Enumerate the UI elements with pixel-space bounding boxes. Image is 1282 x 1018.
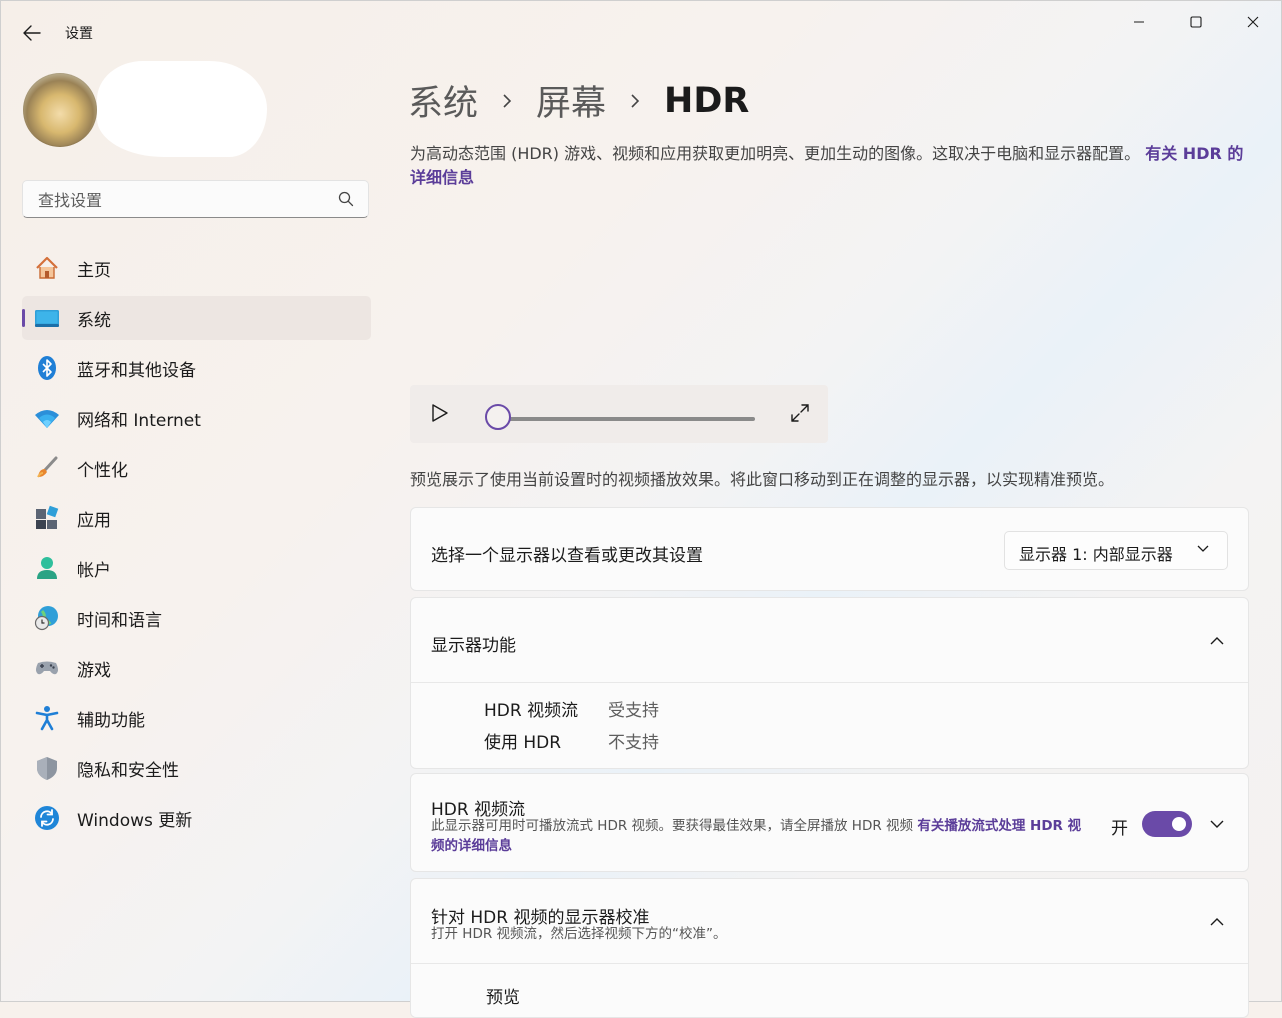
calibration-preview-label: 预览: [486, 988, 520, 1008]
search-box[interactable]: [22, 180, 369, 219]
hdr-stream-card: HDR 视频流 此显示器可用时可播放流式 HDR 视频。要获得最佳效果，请全屏播…: [410, 773, 1249, 872]
sidebar-item-label: 辅助功能: [77, 710, 145, 731]
collapse-calibration-button[interactable]: [1206, 910, 1228, 932]
chevron-down-icon: [1197, 545, 1209, 552]
sidebar-item-time-language[interactable]: 时间和语言: [22, 596, 371, 640]
calibration-card: 针对 HDR 视频的显示器校准 打开 HDR 视频流，然后选择视频下方的“校准”…: [410, 878, 1249, 1018]
expand-hdr-stream-button[interactable]: [1206, 813, 1228, 835]
back-arrow-icon: [23, 25, 41, 41]
hdr-stream-toggle[interactable]: [1142, 811, 1192, 837]
display-select-card: 选择一个显示器以查看或更改其设置 显示器 1: 内部显示器: [410, 507, 1249, 591]
display-capabilities-card: 显示器功能 HDR 视频流 受支持 使用 HDR 不支持: [410, 597, 1249, 769]
chevron-up-icon: [1210, 917, 1224, 925]
search-input[interactable]: [36, 181, 340, 219]
user-profile: [23, 73, 97, 147]
account-icon: [34, 555, 60, 581]
capability-name: 使用 HDR: [484, 733, 562, 753]
sidebar-item-label: 个性化: [77, 460, 128, 481]
active-indicator: [22, 309, 25, 327]
sidebar-item-label: 隐私和安全性: [77, 760, 179, 781]
close-button[interactable]: [1233, 9, 1273, 35]
bluetooth-icon: [34, 355, 60, 381]
app-title: 设置: [65, 26, 93, 42]
sidebar-item-gaming[interactable]: 游戏: [22, 646, 371, 690]
sidebar-item-bluetooth[interactable]: 蓝牙和其他设备: [22, 346, 371, 390]
capabilities-title: 显示器功能: [431, 636, 516, 656]
globe-clock-icon: [34, 605, 60, 631]
sidebar-item-accounts[interactable]: 帐户: [22, 546, 371, 590]
home-icon: [34, 255, 60, 281]
capability-name: HDR 视频流: [484, 701, 579, 721]
capability-row: HDR 视频流 受支持: [484, 696, 659, 721]
video-progress-track[interactable]: [500, 417, 755, 421]
sidebar-item-label: 网络和 Internet: [77, 410, 201, 431]
apps-icon: [34, 505, 60, 531]
sidebar-item-label: 时间和语言: [77, 610, 162, 631]
wifi-icon: [34, 405, 60, 431]
breadcrumb-display[interactable]: 屏幕: [536, 75, 606, 126]
accessibility-icon: [34, 705, 60, 731]
sidebar-item-windows-update[interactable]: Windows 更新: [22, 796, 371, 840]
maximize-icon: [1190, 16, 1202, 28]
display-select-value: 显示器 1: 内部显示器: [1019, 545, 1173, 564]
hdr-stream-subtitle: 此显示器可用时可播放流式 HDR 视频。要获得最佳效果，请全屏播放 HDR 视频…: [431, 816, 1091, 856]
minimize-icon: [1134, 21, 1144, 23]
divider: [411, 963, 1248, 964]
collapse-capabilities-button[interactable]: [1206, 629, 1228, 651]
system-icon: [34, 305, 60, 331]
capability-row: 使用 HDR 不支持: [484, 728, 659, 753]
chevron-right-icon: [628, 93, 642, 108]
hdr-stream-description: 此显示器可用时可播放流式 HDR 视频。要获得最佳效果，请全屏播放 HDR 视频: [431, 818, 914, 834]
sidebar-nav: 主页 系统 蓝牙和其他设备 网络和 Internet 个性化 应用 帐户 时间和…: [22, 246, 371, 846]
sidebar-item-label: 主页: [77, 260, 111, 281]
shield-icon: [34, 755, 60, 781]
breadcrumb-system[interactable]: 系统: [408, 75, 478, 126]
redacted-user-name: [97, 61, 267, 157]
sidebar-item-label: 应用: [77, 510, 111, 531]
minimize-button[interactable]: [1119, 9, 1159, 35]
sidebar-item-privacy[interactable]: 隐私和安全性: [22, 746, 371, 790]
video-player: [410, 385, 828, 443]
page-description: 为高动态范围 (HDR) 游戏、视频和应用获取更加明亮、更加生动的图像。这取决于…: [410, 142, 1250, 190]
description-text: 为高动态范围 (HDR) 游戏、视频和应用获取更加明亮、更加生动的图像。这取决于…: [410, 144, 1141, 163]
search-icon[interactable]: [338, 191, 354, 207]
avatar: [23, 73, 97, 147]
chevron-up-icon: [1210, 636, 1224, 644]
sidebar-item-label: Windows 更新: [77, 810, 193, 831]
chevron-right-icon: [500, 93, 514, 108]
sidebar-item-label: 系统: [77, 310, 111, 331]
gamepad-icon: [34, 655, 60, 681]
update-icon: [34, 805, 60, 831]
capability-status: 受支持: [608, 701, 659, 721]
divider: [411, 682, 1248, 683]
breadcrumb: 系统 屏幕 HDR: [408, 75, 749, 126]
hdr-stream-toggle-state: 开: [1111, 819, 1128, 839]
display-select-dropdown[interactable]: 显示器 1: 内部显示器: [1004, 531, 1228, 570]
fullscreen-icon[interactable]: [790, 403, 810, 423]
calibration-subtitle: 打开 HDR 视频流，然后选择视频下方的“校准”。: [431, 926, 727, 942]
maximize-button[interactable]: [1176, 9, 1216, 35]
title-bar: 设置: [1, 1, 1281, 47]
sidebar-item-label: 游戏: [77, 660, 111, 681]
display-select-label: 选择一个显示器以查看或更改其设置: [431, 546, 703, 566]
sidebar-item-network[interactable]: 网络和 Internet: [22, 396, 371, 440]
sidebar-item-accessibility[interactable]: 辅助功能: [22, 696, 371, 740]
page-title: HDR: [664, 80, 750, 121]
sidebar-item-home[interactable]: 主页: [22, 246, 371, 290]
sidebar-item-label: 蓝牙和其他设备: [77, 360, 196, 381]
video-progress-thumb[interactable]: [485, 404, 511, 430]
sidebar-item-personalization[interactable]: 个性化: [22, 446, 371, 490]
brush-icon: [34, 455, 60, 481]
sidebar-item-label: 帐户: [77, 560, 111, 581]
back-button[interactable]: [21, 22, 43, 44]
sidebar-item-apps[interactable]: 应用: [22, 496, 371, 540]
sidebar-item-system[interactable]: 系统: [22, 296, 371, 340]
close-icon: [1247, 16, 1259, 28]
play-icon[interactable]: [430, 403, 450, 423]
preview-note: 预览展示了使用当前设置时的视频播放效果。将此窗口移动到正在调整的显示器，以实现精…: [410, 470, 1115, 489]
capability-status: 不支持: [608, 733, 659, 753]
chevron-down-icon: [1210, 820, 1224, 828]
